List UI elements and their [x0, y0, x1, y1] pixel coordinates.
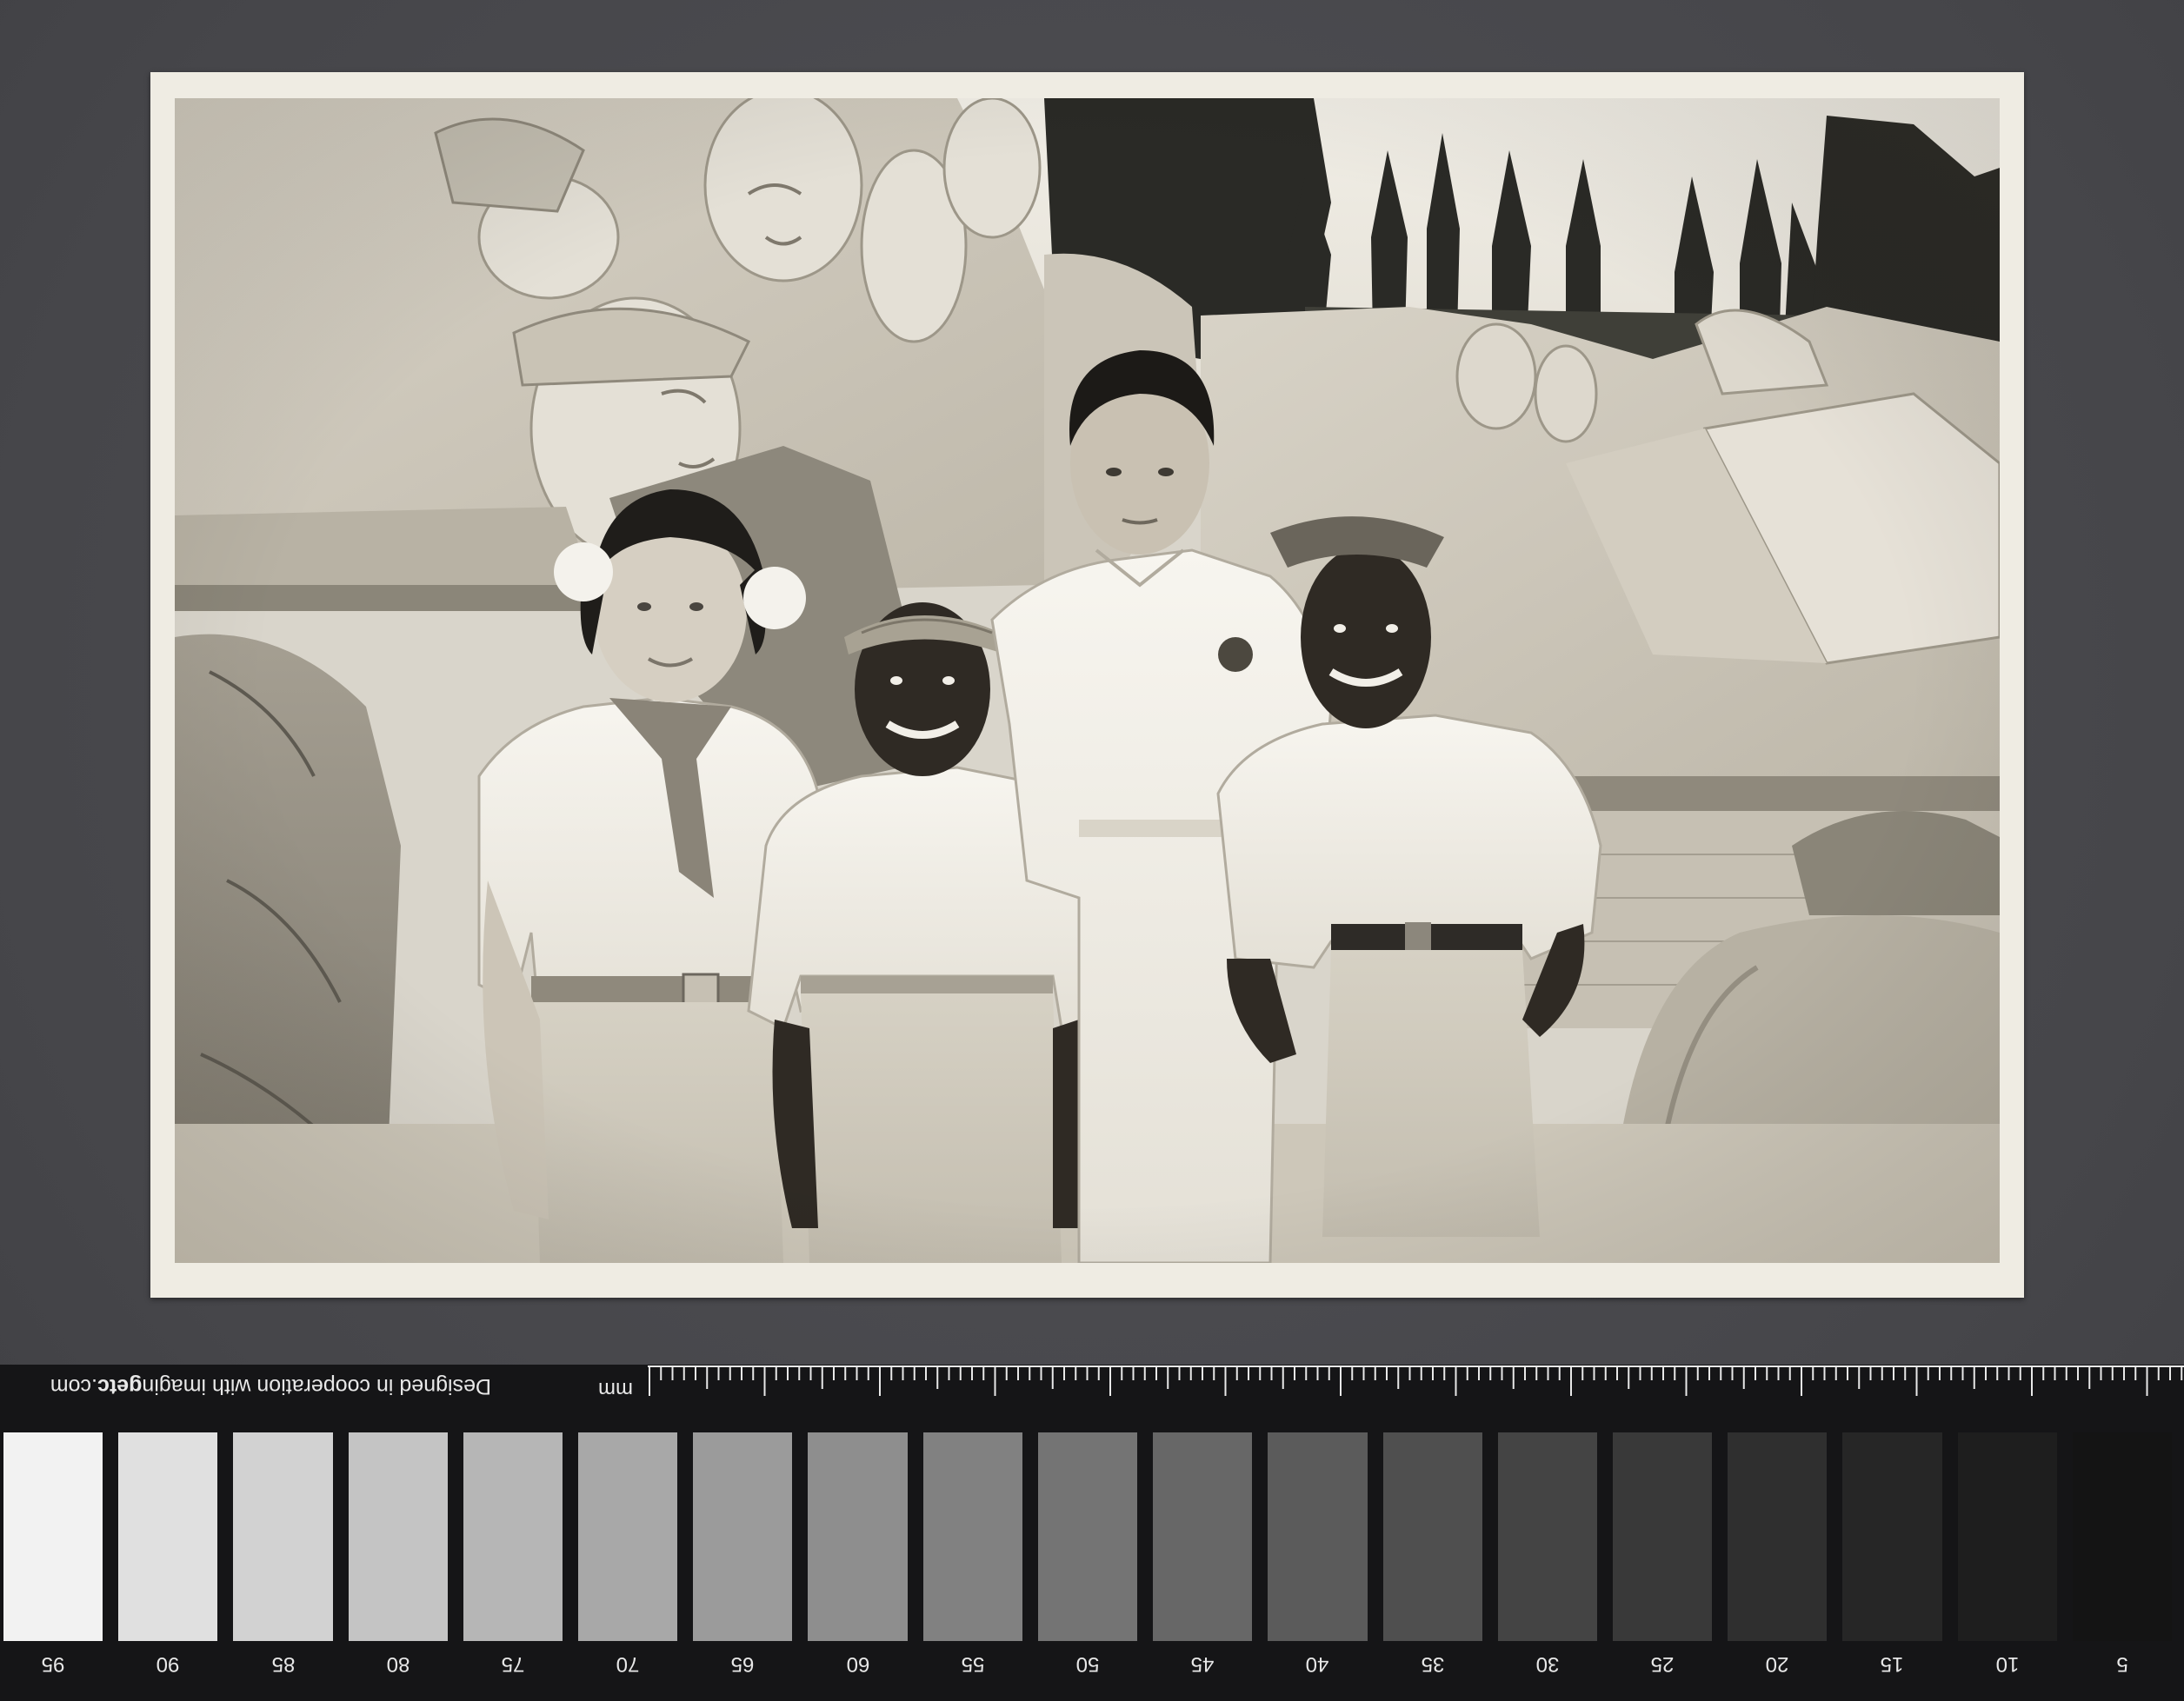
gray-swatch — [233, 1432, 333, 1641]
gray-swatch — [348, 1432, 448, 1641]
gray-swatch-label: 25 — [1650, 1652, 1675, 1676]
gray-swatch-label: 65 — [731, 1652, 755, 1676]
gray-swatch-label: 85 — [271, 1652, 295, 1676]
gray-swatch — [693, 1432, 793, 1641]
gray-swatch-label: 55 — [961, 1652, 985, 1676]
gray-swatch-label: 10 — [1995, 1652, 2020, 1676]
gray-swatch-label: 45 — [1190, 1652, 1215, 1676]
credit-text: Designed in cooperation with imagingetc.… — [50, 1374, 491, 1399]
gray-swatch — [922, 1432, 1022, 1641]
gray-swatch-label: 60 — [846, 1652, 869, 1676]
gray-swatch-label: 80 — [386, 1652, 410, 1676]
gray-swatch — [1957, 1432, 2057, 1641]
gray-swatch — [1728, 1432, 1828, 1641]
photo-mount — [150, 72, 2024, 1298]
photo-image — [175, 98, 2000, 1263]
ruler-unit-label: mm — [598, 1378, 633, 1401]
gray-swatch — [1153, 1432, 1253, 1641]
gray-scale-swatches — [0, 1432, 2184, 1641]
gray-swatch — [1382, 1432, 1482, 1641]
gray-swatch — [808, 1432, 908, 1641]
color-reference-strip: Designed in cooperation with imagingetc.… — [0, 1365, 2184, 1701]
gray-swatch — [1037, 1432, 1138, 1641]
gray-swatch-label: 70 — [616, 1652, 640, 1676]
millimeter-ruler — [648, 1365, 2184, 1396]
gray-swatch — [1612, 1432, 1713, 1641]
gray-swatch-label: 30 — [1535, 1652, 1560, 1676]
gray-swatch — [578, 1432, 678, 1641]
gray-swatch-label: 40 — [1306, 1652, 1329, 1676]
gray-swatch-label: 50 — [1075, 1652, 1100, 1676]
gray-swatch — [1842, 1432, 1942, 1641]
gray-swatch-label: 20 — [1765, 1652, 1789, 1676]
gray-swatch-label: 5 — [2116, 1652, 2128, 1676]
gray-scale-labels: 95 90 85 80 75 70 65 60 55 50 45 40 35 30 25 20 15 10 5 — [0, 1651, 2184, 1686]
gray-swatch — [1497, 1432, 1597, 1641]
photograph — [175, 98, 2000, 1263]
gray-swatch-label: 35 — [1421, 1652, 1444, 1676]
scan-background: Designed in cooperation with imagingetc.… — [0, 0, 2184, 1701]
gray-swatch-label: 95 — [41, 1652, 65, 1676]
gray-swatch-label: 75 — [501, 1652, 525, 1676]
gray-swatch — [2072, 1432, 2172, 1641]
gray-swatch — [3, 1432, 103, 1641]
gray-swatch — [1268, 1432, 1368, 1641]
gray-swatch-label: 15 — [1881, 1652, 1904, 1676]
gray-swatch-label: 90 — [156, 1652, 180, 1676]
gray-swatch — [463, 1432, 563, 1641]
gray-swatch — [118, 1432, 218, 1641]
